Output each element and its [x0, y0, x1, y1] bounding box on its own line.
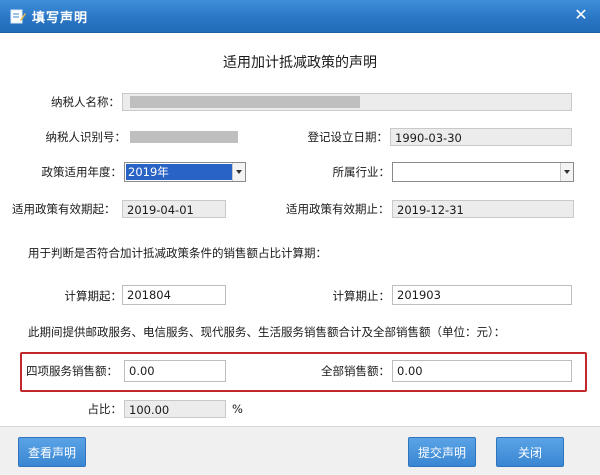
- register-date-value: 1990-03-30: [395, 131, 462, 145]
- calc-end-value: 201903: [397, 288, 441, 302]
- industry-select[interactable]: [392, 162, 574, 182]
- dialog-footer: 查看声明 提交声明 关闭: [0, 426, 600, 475]
- redacted-block: [130, 96, 360, 108]
- industry-label: 所属行业：: [332, 165, 391, 179]
- policy-year-value: 2019年: [126, 164, 232, 180]
- submit-declaration-button[interactable]: 提交声明: [408, 437, 476, 467]
- close-button[interactable]: 关闭: [496, 437, 564, 467]
- calc-end-label: 计算期止：: [332, 289, 391, 303]
- valid-from-value: 2019-04-01: [127, 203, 194, 217]
- window-titlebar: 填写声明 ✕: [0, 0, 600, 33]
- redacted-block: [130, 131, 238, 143]
- calc-period-note: 用于判断是否符合加计抵减政策条件的销售额占比计算期：: [28, 246, 327, 260]
- calc-start-input[interactable]: 201804: [122, 285, 226, 305]
- chevron-down-icon[interactable]: [232, 163, 245, 181]
- sales-note: 此期间提供邮政服务、电信服务、现代服务、生活服务销售额合计及全部销售额（单位：元…: [28, 325, 506, 339]
- ratio-label: 占比：: [87, 402, 123, 416]
- ratio-unit: %: [232, 402, 243, 416]
- ratio-field: 100.00: [124, 400, 226, 418]
- taxpayer-name-label: 纳税人名称：: [51, 95, 120, 109]
- form-heading: 适用加计抵减政策的声明: [223, 55, 377, 71]
- valid-to-value: 2019-12-31: [397, 203, 464, 217]
- edit-icon: [10, 9, 26, 24]
- chevron-down-icon[interactable]: [560, 163, 573, 181]
- four-service-sales-label: 四项服务销售额：: [26, 364, 118, 378]
- register-date-label: 登记设立日期：: [307, 130, 389, 144]
- calc-start-value: 201804: [127, 288, 171, 302]
- close-icon[interactable]: ✕: [572, 6, 590, 24]
- calc-start-label: 计算期起：: [64, 289, 123, 303]
- valid-to-label: 适用政策有效期止：: [286, 202, 390, 216]
- policy-year-select[interactable]: 2019年: [124, 162, 246, 182]
- valid-from-label: 适用政策有效期起：: [12, 202, 116, 216]
- taxpayer-id-label: 纳税人识别号：: [45, 130, 127, 144]
- total-sales-value: 0.00: [397, 364, 423, 378]
- policy-year-label: 政策适用年度：: [41, 165, 123, 179]
- total-sales-input[interactable]: 0.00: [392, 360, 572, 382]
- valid-to-field: 2019-12-31: [392, 200, 574, 218]
- four-service-sales-input[interactable]: 0.00: [124, 360, 226, 382]
- window-title: 填写声明: [32, 11, 89, 26]
- total-sales-label: 全部销售额：: [321, 364, 390, 378]
- valid-from-field: 2019-04-01: [122, 200, 226, 218]
- view-declaration-button[interactable]: 查看声明: [18, 437, 86, 467]
- industry-value: [394, 164, 560, 180]
- ratio-value: 100.00: [129, 403, 170, 417]
- four-service-sales-value: 0.00: [129, 364, 155, 378]
- calc-end-input[interactable]: 201903: [392, 285, 572, 305]
- register-date-field: 1990-03-30: [390, 128, 572, 146]
